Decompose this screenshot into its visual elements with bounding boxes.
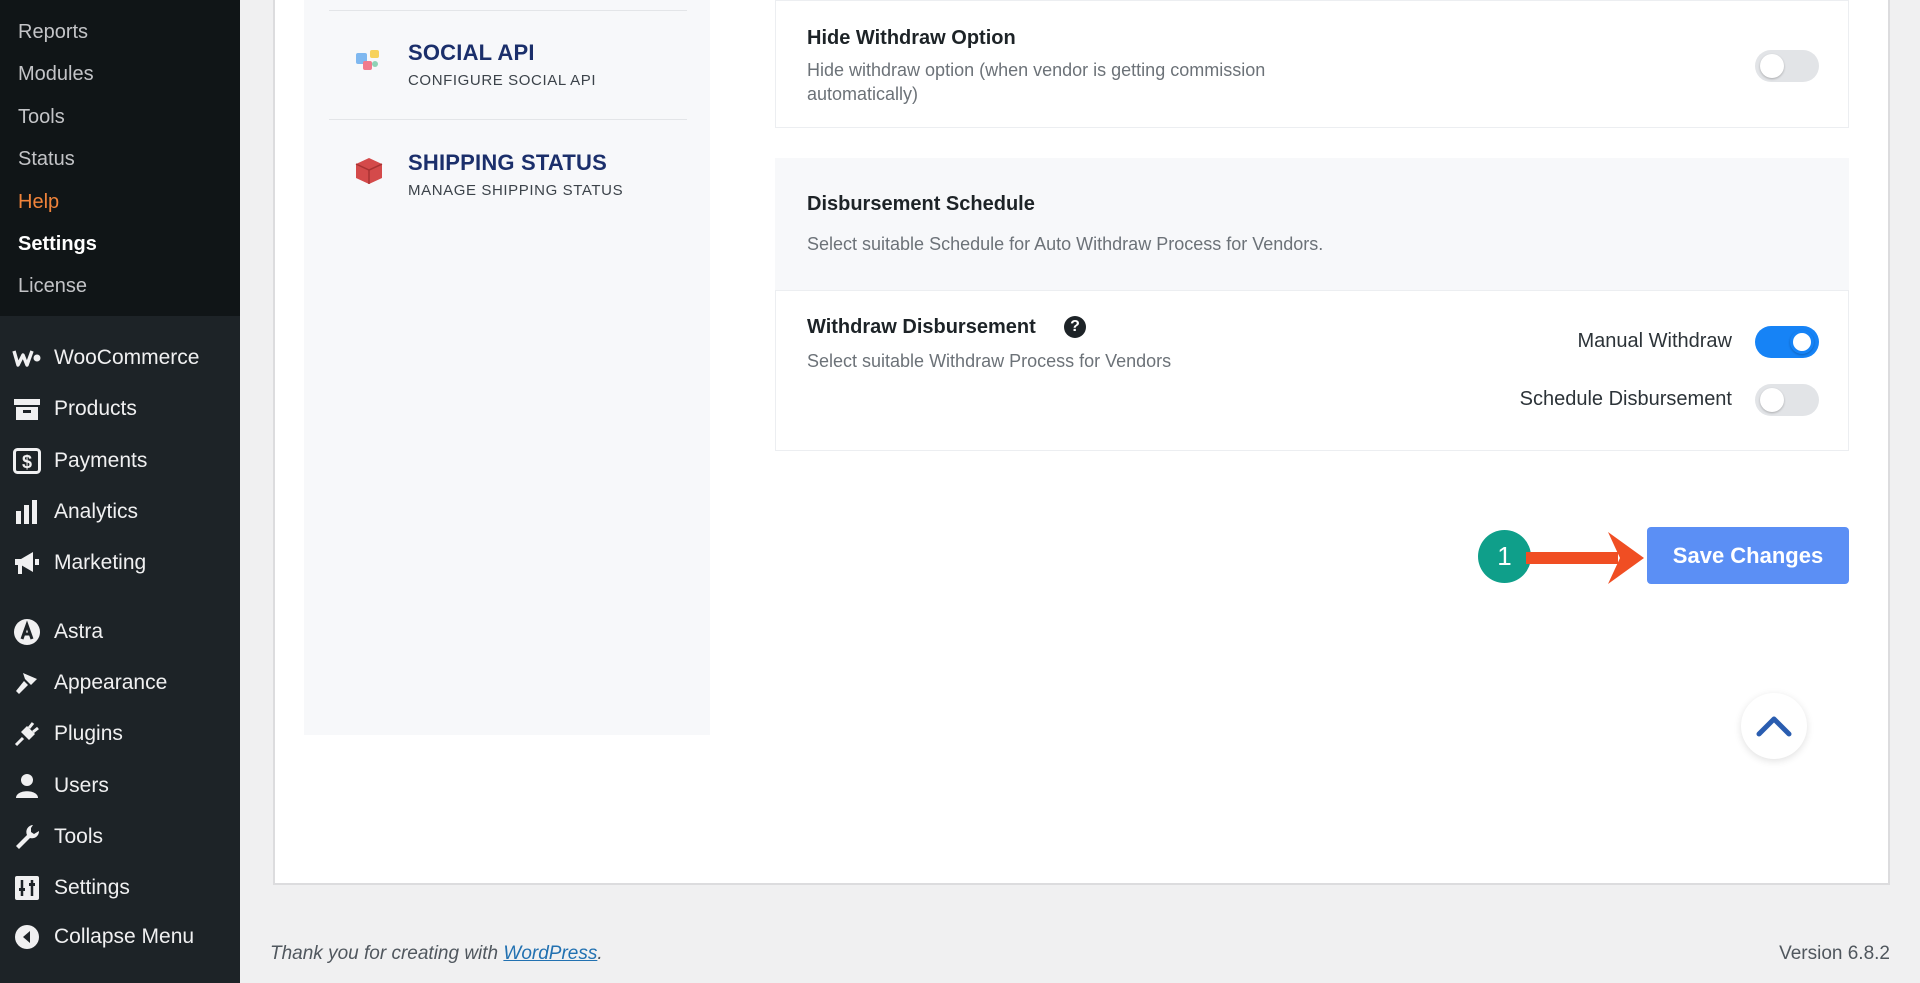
- menu-payments[interactable]: $ Payments: [0, 439, 240, 483]
- menu-appearance[interactable]: Appearance: [0, 661, 240, 705]
- arrow-right-icon: [1526, 532, 1644, 584]
- svg-text:$: $: [22, 452, 32, 472]
- schedule-disbursement-label: Schedule Disbursement: [1519, 388, 1732, 410]
- menu-tools[interactable]: Tools: [0, 815, 240, 859]
- archive-box-icon: [12, 394, 42, 424]
- nav-title: SOCIAL API: [408, 40, 535, 65]
- astra-icon: [12, 617, 42, 647]
- menu-users[interactable]: Users: [0, 764, 240, 808]
- wordpress-link[interactable]: WordPress: [503, 943, 597, 964]
- menu-label: Settings: [54, 876, 130, 899]
- footer-version: Version 6.8.2: [1779, 943, 1890, 964]
- hide-withdraw-desc-line1: Hide withdraw option (when vendor is get…: [807, 60, 1266, 80]
- menu-label: Tools: [54, 825, 104, 848]
- menu-plugins[interactable]: Plugins: [0, 712, 240, 756]
- help-icon[interactable]: ?: [1064, 316, 1086, 338]
- menu-label: Products: [54, 397, 137, 420]
- menu-collapse[interactable]: Collapse Menu: [0, 915, 240, 959]
- menu-label: Appearance: [54, 671, 168, 694]
- withdraw-disbursement-card: Withdraw Disbursement Select suitable Wi…: [775, 290, 1849, 451]
- nav-title: SHIPPING STATUS: [408, 150, 607, 175]
- menu-label: Plugins: [54, 722, 123, 745]
- withdraw-disbursement-title: Withdraw Disbursement: [807, 316, 1036, 338]
- disbursement-schedule-section: Disbursement Schedule Select suitable Sc…: [775, 158, 1849, 290]
- shipping-box-icon: [352, 154, 386, 188]
- collapse-arrow-icon: [12, 922, 42, 952]
- hide-withdraw-title: Hide Withdraw Option: [807, 27, 1016, 49]
- menu-products[interactable]: Products: [0, 387, 240, 431]
- hide-withdraw-desc-line2: automatically): [807, 84, 919, 104]
- step-badge: 1: [1478, 530, 1531, 583]
- submenu-reports[interactable]: Reports: [18, 20, 88, 44]
- nav-item-social-api[interactable]: SOCIAL API CONFIGURE SOCIAL API: [352, 40, 682, 100]
- hide-withdraw-card: Hide Withdraw Option Hide withdraw optio…: [775, 0, 1849, 128]
- submenu-status[interactable]: Status: [18, 147, 75, 171]
- user-icon: [12, 771, 42, 801]
- menu-label: Astra: [54, 620, 104, 643]
- toggle-knob: [1790, 330, 1814, 354]
- megaphone-icon: [12, 548, 42, 578]
- menu-label: Users: [54, 774, 109, 797]
- admin-sidebar: Reports Modules Tools Status Help Settin…: [0, 0, 240, 983]
- disbursement-schedule-title: Disbursement Schedule: [807, 193, 1035, 215]
- menu-label: Analytics: [54, 500, 139, 523]
- disbursement-schedule-desc: Select suitable Schedule for Auto Withdr…: [807, 234, 1324, 254]
- submenu-settings[interactable]: Settings: [18, 232, 97, 256]
- menu-settings[interactable]: Settings: [0, 866, 240, 910]
- submenu-modules[interactable]: Modules: [18, 62, 94, 86]
- paintbrush-icon: [12, 668, 42, 698]
- menu-analytics[interactable]: Analytics: [0, 490, 240, 534]
- save-changes-button[interactable]: Save Changes: [1647, 527, 1849, 584]
- manual-withdraw-label: Manual Withdraw: [1577, 330, 1732, 352]
- nav-subtitle: CONFIGURE SOCIAL API: [408, 72, 597, 89]
- submenu: Reports Modules Tools Status Help Settin…: [0, 0, 240, 316]
- submenu-license[interactable]: License: [18, 274, 87, 298]
- nav-divider: [329, 10, 687, 11]
- nav-subtitle: MANAGE SHIPPING STATUS: [408, 182, 624, 199]
- menu-astra[interactable]: Astra: [0, 610, 240, 654]
- nav-item-shipping-status[interactable]: SHIPPING STATUS MANAGE SHIPPING STATUS: [352, 150, 682, 210]
- withdraw-disbursement-desc: Select suitable Withdraw Process for Ven…: [807, 351, 1172, 371]
- hide-withdraw-toggle[interactable]: [1755, 50, 1819, 82]
- woocommerce-icon: [12, 343, 42, 373]
- submenu-help[interactable]: Help: [18, 190, 59, 214]
- sliders-icon: [12, 873, 42, 903]
- footer-period: .: [597, 943, 603, 964]
- menu-label: Collapse Menu: [54, 925, 195, 948]
- schedule-disbursement-toggle[interactable]: [1755, 384, 1819, 416]
- menu-marketing[interactable]: Marketing: [0, 541, 240, 585]
- plug-icon: [12, 719, 42, 749]
- menu-label: WooCommerce: [54, 346, 200, 369]
- footer-text: Thank you for creating with: [270, 943, 504, 964]
- menu-woocommerce[interactable]: WooCommerce: [0, 336, 240, 380]
- manual-withdraw-toggle[interactable]: [1755, 326, 1819, 358]
- wrench-icon: [12, 822, 42, 852]
- submenu-tools[interactable]: Tools: [18, 105, 65, 129]
- chevron-up-icon: [1756, 716, 1792, 737]
- toggle-knob: [1760, 54, 1784, 78]
- dollar-icon: $: [12, 446, 42, 476]
- menu-label: Payments: [54, 449, 148, 472]
- settings-nav: [304, 0, 710, 735]
- bar-chart-icon: [12, 497, 42, 527]
- toggle-knob: [1760, 388, 1784, 412]
- scroll-to-top-button[interactable]: [1741, 693, 1807, 759]
- nav-divider: [329, 119, 687, 120]
- menu-label: Marketing: [54, 551, 147, 574]
- social-api-icon: [352, 44, 386, 78]
- footer-credit: Thank you for creating with WordPress.: [270, 943, 603, 965]
